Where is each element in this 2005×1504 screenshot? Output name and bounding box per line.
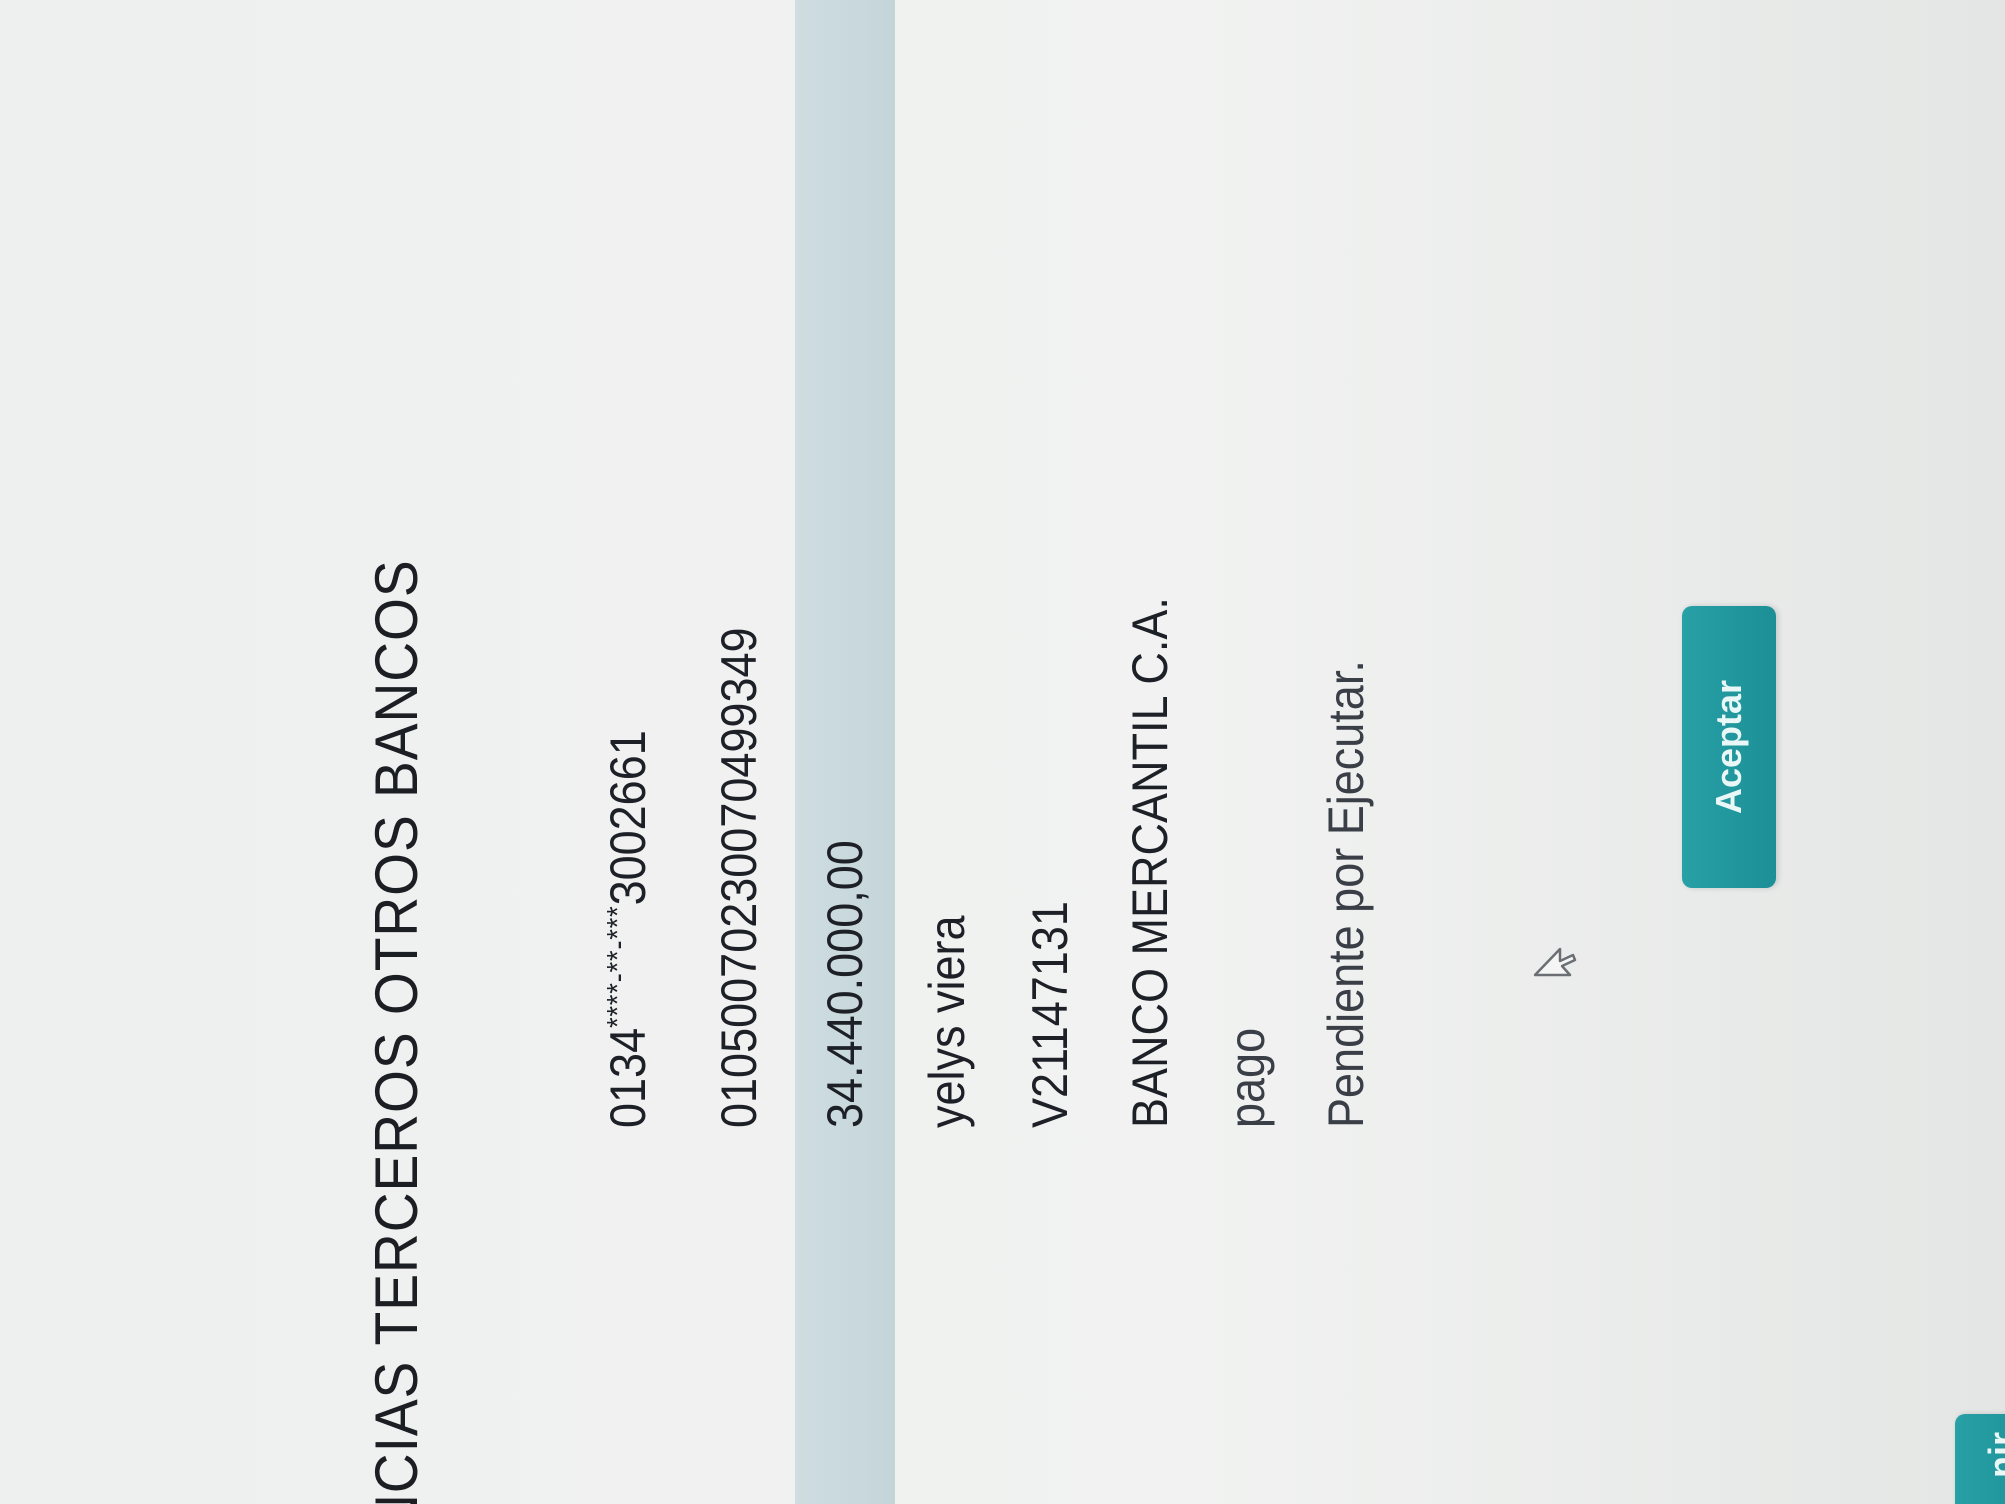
detail-row-bank: BANCO MERCANTIL C.A. [1100, 0, 1200, 1504]
origin-account-prefix: 0134 [600, 1027, 656, 1128]
detail-row-status: Pendiente por Ejecutar. [1296, 0, 1396, 1504]
origin-account-value: 0134****-**-***3002661 [599, 730, 657, 1128]
detail-row-beneficiary-id: V21147131 [1000, 0, 1100, 1504]
detail-row-concept: pago [1197, 0, 1297, 1504]
detail-row-beneficiary-name: yelys viera [897, 0, 997, 1504]
secondary-action-button[interactable]: nir [1955, 1414, 2005, 1504]
page-title: NCIAS TERCEROS OTROS BANCOS [363, 559, 430, 1504]
accept-button[interactable]: Aceptar [1682, 606, 1776, 888]
concept-value: pago [1219, 1027, 1275, 1128]
mouse-pointer-icon [1533, 947, 1577, 977]
beneficiary-id-value: V21147131 [1022, 901, 1078, 1128]
status-value: Pendiente por Ejecutar. [1318, 660, 1374, 1128]
transfer-receipt-screen: NCIAS TERCEROS OTROS BANCOS 0134****-**-… [0, 0, 2005, 1504]
origin-account-masked: ****-**-*** [601, 905, 635, 1028]
photo-frame: NCIAS TERCEROS OTROS BANCOS 0134****-**-… [0, 0, 2005, 1504]
destination-account-value: 01050070230070499349 [711, 627, 767, 1128]
beneficiary-name-value: yelys viera [919, 915, 975, 1128]
bank-value: BANCO MERCANTIL C.A. [1122, 597, 1178, 1128]
amount-value: 34.440.000,00 [817, 840, 873, 1128]
origin-account-suffix: 3002661 [600, 730, 656, 906]
detail-row-origin-account: 0134****-**-***3002661 [578, 0, 678, 1504]
detail-row-destination-account: 01050070230070499349 [689, 0, 789, 1504]
detail-row-amount: 34.440.000,00 [795, 0, 895, 1504]
